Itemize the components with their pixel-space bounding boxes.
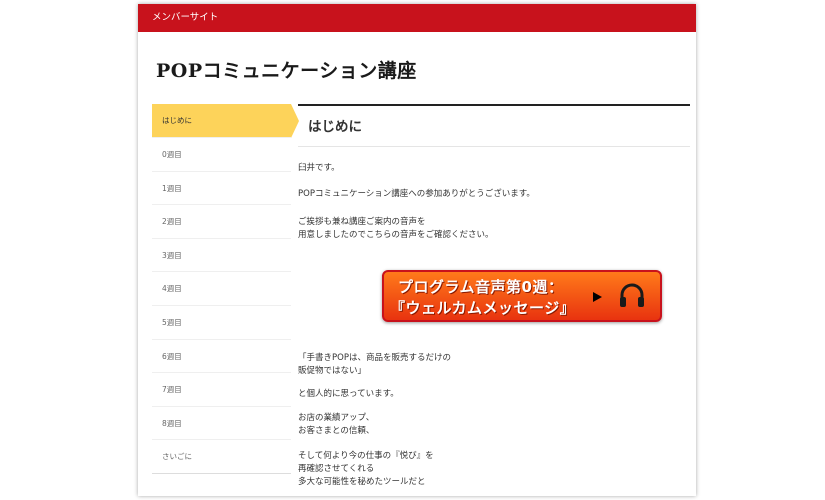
sidebar-item-week6[interactable]: 6週目	[152, 340, 291, 374]
sidebar-item-week5[interactable]: 5週目	[152, 306, 291, 340]
audio-banner-button[interactable]: プログラム音声第0週： 『ウェルカムメッセージ』	[382, 270, 662, 322]
sidebar-item-week4[interactable]: 4週目	[152, 272, 291, 306]
sidebar-item-week0[interactable]: 0週目	[152, 138, 291, 172]
paragraph-joy-2: 再確認させてくれる	[298, 464, 375, 474]
site-title: POPコミュニケーション講座	[156, 60, 417, 82]
paragraph-benefit-1: お店の業績アップ、	[298, 413, 375, 423]
banner-title-line1: プログラム音声第0週：	[398, 278, 564, 296]
sidebar-item-week2[interactable]: 2週目	[152, 205, 291, 239]
paragraph-audio-intro-2: 用意しましたのでこちらの音声をご確認ください。	[298, 230, 494, 240]
paragraph-quote-1: 「手書きPOPは、商品を販売するだけの	[298, 353, 451, 363]
sidebar-item-week3[interactable]: 3週目	[152, 239, 291, 273]
paragraph-thanks: POPコミュニケーション講座への参加ありがとうございます。	[298, 189, 535, 199]
page-container: メンバーサイト POPコミュニケーション講座 はじめに 0週目 1週目 2週目 …	[138, 4, 696, 496]
headphone-icon	[620, 283, 644, 307]
paragraph-joy-1: そして何より今の仕事の『悦び』を	[298, 451, 434, 461]
paragraph-opinion: と個人的に思っています。	[298, 389, 399, 399]
paragraph-greeting: 臼井です。	[298, 163, 340, 173]
sidebar-nav: はじめに 0週目 1週目 2週目 3週目 4週目 5週目 6週目 7週目 8週目…	[152, 104, 299, 474]
member-site-bar[interactable]: メンバーサイト	[138, 4, 696, 32]
banner-title-line2: 『ウェルカムメッセージ』	[390, 299, 576, 317]
content-heading: はじめに	[298, 104, 690, 147]
sidebar-item-closing[interactable]: さいごに	[152, 440, 291, 474]
play-icon	[593, 292, 602, 302]
member-site-label[interactable]: メンバーサイト	[152, 12, 218, 23]
paragraph-benefit-2: お客さまとの信頼、	[298, 426, 375, 436]
sidebar-item-week7[interactable]: 7週目	[152, 373, 291, 407]
sidebar-item-week1[interactable]: 1週目	[152, 172, 291, 206]
sidebar-item-intro[interactable]: はじめに	[152, 104, 299, 138]
paragraph-audio-intro-1: ご挨拶も兼ね講座ご案内の音声を	[298, 217, 426, 227]
main-content: はじめに 臼井です。 POPコミュニケーション講座への参加ありがとうございます。…	[298, 104, 690, 487]
paragraph-quote-2: 販促物ではない」	[298, 366, 367, 376]
sidebar-item-week8[interactable]: 8週目	[152, 407, 291, 441]
paragraph-joy-3: 多大な可能性を秘めたツールだと	[298, 477, 426, 487]
